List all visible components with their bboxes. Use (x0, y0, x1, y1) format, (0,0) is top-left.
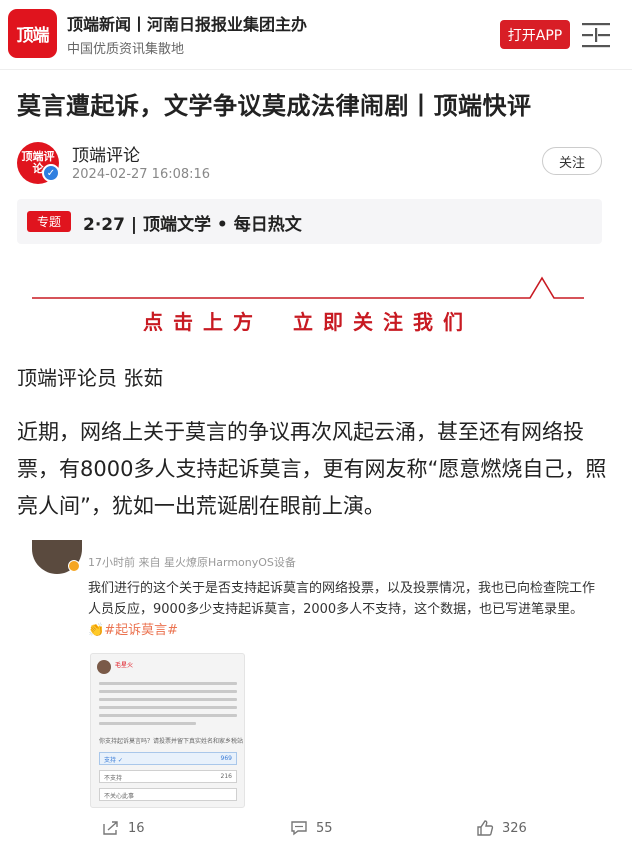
brand-title: 顶端新闻丨河南日报报业集团主办 (67, 15, 308, 34)
menu-icon[interactable] (582, 22, 610, 48)
share-action: 16 (102, 820, 145, 836)
thumb-text-lines (99, 682, 237, 730)
thumb-author: 毛星火 (115, 662, 134, 669)
top-bar: 顶端 顶端新闻丨河南日报报业集团主办 中国优质资讯集散地 打开APP (0, 0, 632, 70)
comment-action: 55 (290, 820, 333, 836)
app-logo[interactable]: 顶端 (8, 9, 57, 58)
post-hashtag: #起诉莫言# (104, 623, 178, 638)
share-count: 16 (128, 820, 145, 836)
follow-button[interactable]: 关注 (542, 147, 602, 175)
thumb-option: 不关心此事 (99, 788, 237, 801)
vip-badge-icon (68, 560, 80, 572)
clap-icon: 👏 (88, 623, 105, 638)
post-thumbnail: 毛星火 你支持起诉莫言吗？请投票并留下真实姓名和家乡税站 支持 ✓ 969 不支持… (90, 653, 245, 808)
thumb-option: 不支持 216 (99, 770, 237, 783)
post-text: 我们进行的这个关于是否支持起诉莫言的网络投票，以及投票情况，我也已向检查院工作人… (88, 578, 598, 641)
open-app-button[interactable]: 打开APP (500, 20, 570, 49)
share-icon (103, 821, 118, 835)
author-name[interactable]: 顶端评论 (72, 141, 140, 166)
post-actions: 16 55 326 (30, 820, 600, 844)
verified-icon: ✓ (42, 164, 60, 182)
thumb-option: 支持 ✓ 969 (99, 752, 237, 765)
follow-banner-text[interactable]: 点击上方 立即关注我们 (30, 306, 586, 335)
topic-tag: 专题 (27, 211, 71, 232)
thumb-avatar (97, 660, 111, 674)
post-body: 我们进行的这个关于是否支持起诉莫言的网络投票，以及投票情况，我也已向检查院工作人… (88, 581, 596, 617)
article-paragraph: 近期，网络上关于莫言的争议再次风起云涌，甚至还有网络投票，有8000多人支持起诉… (17, 420, 607, 518)
comment-count: 55 (316, 820, 333, 836)
topic-bar[interactable]: 专题 2·27 | 顶端文学 • 每日热文 (17, 199, 602, 244)
article-title: 莫言遭起诉，文学争议莫成法律闹剧丨顶端快评 (17, 92, 532, 120)
like-count: 326 (502, 820, 527, 836)
post-meta: 17小时前 来自 星火燎原HarmonyOS设备 (88, 556, 296, 569)
topic-title: 2·27 | 顶端文学 • 每日热文 (83, 215, 302, 235)
like-action: 326 (476, 820, 527, 836)
comment-icon (291, 821, 307, 836)
byline: 顶端评论员 张茹 (17, 366, 164, 390)
publish-time: 2024-02-27 16:08:16 (72, 167, 211, 182)
embedded-post-image: 17小时前 来自 星火燎原HarmonyOS设备 我们进行的这个关于是否支持起诉… (30, 540, 600, 849)
thumbs-up-icon (477, 820, 494, 836)
brand-subtitle: 中国优质资讯集散地 (67, 42, 185, 57)
thumb-question: 你支持起诉莫言吗？请投票并留下真实姓名和家乡税站 (99, 738, 244, 745)
